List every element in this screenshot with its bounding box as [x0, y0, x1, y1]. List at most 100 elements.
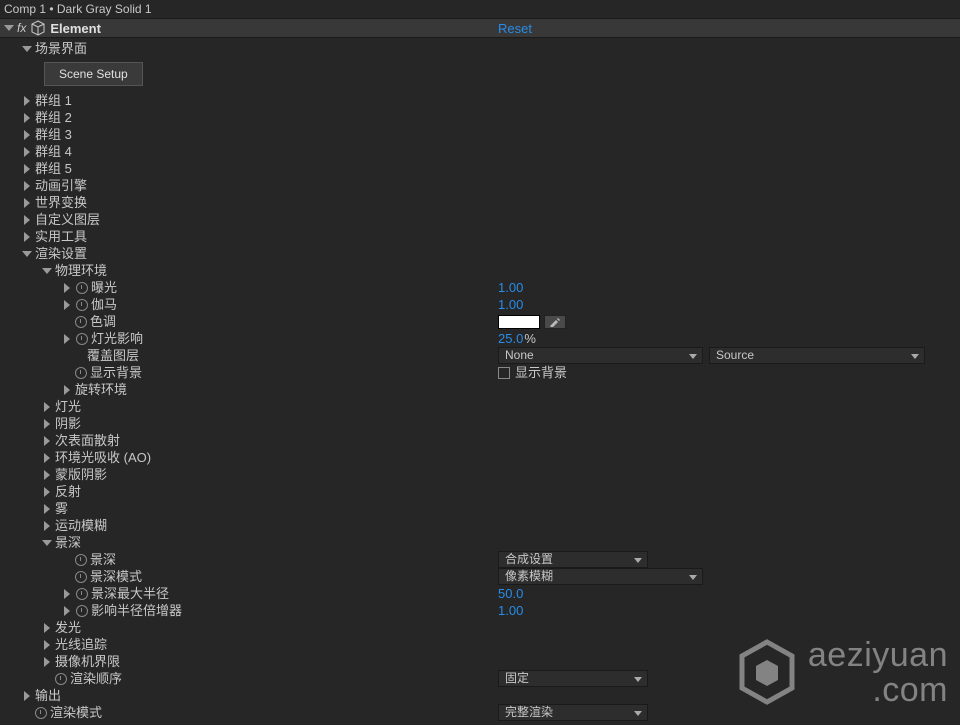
tint-value[interactable]: [498, 315, 566, 329]
physical-environment-group[interactable]: 物理环境: [0, 262, 960, 279]
effect-twisty[interactable]: [4, 23, 14, 33]
eyedropper-icon[interactable]: [544, 315, 566, 329]
stopwatch-icon[interactable]: [74, 366, 87, 379]
chevron-right-icon[interactable]: [62, 334, 72, 344]
chevron-right-icon[interactable]: [62, 589, 72, 599]
group-3[interactable]: 群组 3: [0, 126, 960, 143]
chevron-right-icon[interactable]: [22, 96, 32, 106]
chevron-down-icon[interactable]: [42, 266, 52, 276]
chevron-right-icon[interactable]: [42, 470, 52, 480]
scene-setup-button[interactable]: Scene Setup: [44, 62, 143, 86]
group-2[interactable]: 群组 2: [0, 109, 960, 126]
subsurface-group[interactable]: 次表面散射: [0, 432, 960, 449]
matte-shadow-group[interactable]: 蒙版阴影: [0, 466, 960, 483]
chevron-right-icon[interactable]: [22, 130, 32, 140]
animation-engine-group[interactable]: 动画引擎: [0, 177, 960, 194]
stopwatch-icon[interactable]: [75, 332, 88, 345]
scene-interface-group[interactable]: 场景界面: [0, 40, 960, 57]
chevron-down-icon[interactable]: [22, 249, 32, 259]
stopwatch-icon[interactable]: [74, 553, 87, 566]
world-transform-group[interactable]: 世界变换: [0, 194, 960, 211]
group-1[interactable]: 群组 1: [0, 92, 960, 109]
override-layer-dropdown[interactable]: None: [498, 347, 703, 364]
color-swatch[interactable]: [498, 315, 540, 329]
chevron-right-icon[interactable]: [22, 181, 32, 191]
value-number[interactable]: 25.0: [498, 330, 523, 347]
stopwatch-icon[interactable]: [75, 604, 88, 617]
chevron-right-icon[interactable]: [42, 419, 52, 429]
dof-blur-mode-prop[interactable]: 景深模式 像素模糊: [0, 568, 960, 585]
chevron-right-icon[interactable]: [62, 606, 72, 616]
render-order-dropdown[interactable]: 固定: [498, 670, 648, 687]
chevron-right-icon[interactable]: [62, 385, 72, 395]
render-mode-prop[interactable]: 渲染模式 完整渲染: [0, 704, 960, 721]
chevron-right-icon[interactable]: [22, 215, 32, 225]
gamma-value[interactable]: 1.00: [498, 296, 523, 313]
camera-limits-group[interactable]: 摄像机界限: [0, 653, 960, 670]
chevron-right-icon[interactable]: [22, 198, 32, 208]
chevron-right-icon[interactable]: [42, 640, 52, 650]
chevron-right-icon[interactable]: [62, 283, 72, 293]
chevron-right-icon[interactable]: [22, 113, 32, 123]
stopwatch-icon[interactable]: [75, 587, 88, 600]
tint-prop[interactable]: 色调: [0, 313, 960, 330]
custom-layers-group[interactable]: 自定义图层: [0, 211, 960, 228]
chevron-right-icon[interactable]: [42, 402, 52, 412]
exposure-value[interactable]: 1.00: [498, 279, 523, 296]
dof-max-radius-prop[interactable]: 景深最大半径 50.0: [0, 585, 960, 602]
override-layer-prop[interactable]: 覆盖图层 None Source: [0, 347, 960, 364]
dof-radius-mult-value[interactable]: 1.00: [498, 602, 523, 619]
glow-group[interactable]: 发光: [0, 619, 960, 636]
chevron-right-icon[interactable]: [42, 504, 52, 514]
chevron-right-icon[interactable]: [22, 147, 32, 157]
dof-radius-mult-prop[interactable]: 影响半径倍增器 1.00: [0, 602, 960, 619]
effect-header[interactable]: fx Element Reset: [0, 18, 960, 38]
chevron-right-icon[interactable]: [42, 487, 52, 497]
dof-mode-prop[interactable]: 景深 合成设置: [0, 551, 960, 568]
render-mode-dropdown[interactable]: 完整渲染: [498, 704, 648, 721]
stopwatch-icon[interactable]: [75, 298, 88, 311]
dof-max-radius-value[interactable]: 50.0: [498, 585, 523, 602]
stopwatch-icon[interactable]: [75, 281, 88, 294]
utilities-group[interactable]: 实用工具: [0, 228, 960, 245]
dof-pixel-dropdown[interactable]: 像素模糊: [498, 568, 703, 585]
stopwatch-icon[interactable]: [54, 672, 67, 685]
show-bg-prop[interactable]: 显示背景 显示背景: [0, 364, 960, 381]
light-influence-prop[interactable]: 灯光影响 25.0%: [0, 330, 960, 347]
exposure-prop[interactable]: 曝光 1.00: [0, 279, 960, 296]
group-5[interactable]: 群组 5: [0, 160, 960, 177]
chevron-right-icon[interactable]: [22, 691, 32, 701]
chevron-right-icon[interactable]: [42, 453, 52, 463]
render-order-prop[interactable]: 渲染顺序 固定: [0, 670, 960, 687]
motion-blur-group[interactable]: 运动模糊: [0, 517, 960, 534]
chevron-right-icon[interactable]: [22, 232, 32, 242]
rotate-env-group[interactable]: 旋转环境: [0, 381, 960, 398]
chevron-down-icon[interactable]: [22, 44, 32, 54]
light-influence-value[interactable]: 25.0%: [498, 330, 536, 347]
reset-link[interactable]: Reset: [498, 21, 532, 36]
stopwatch-icon[interactable]: [74, 315, 87, 328]
ao-group[interactable]: 环境光吸收 (AO): [0, 449, 960, 466]
chevron-down-icon[interactable]: [42, 538, 52, 548]
shadows-group[interactable]: 阴影: [0, 415, 960, 432]
chevron-right-icon[interactable]: [22, 164, 32, 174]
stopwatch-icon[interactable]: [34, 706, 47, 719]
chevron-right-icon[interactable]: [42, 623, 52, 633]
lighting-group[interactable]: 灯光: [0, 398, 960, 415]
override-source-dropdown[interactable]: Source: [709, 347, 925, 364]
reflection-group[interactable]: 反射: [0, 483, 960, 500]
chevron-right-icon[interactable]: [42, 657, 52, 667]
fog-group[interactable]: 雾: [0, 500, 960, 517]
chevron-right-icon[interactable]: [62, 300, 72, 310]
show-bg-value[interactable]: 显示背景: [498, 364, 567, 381]
show-bg-checkbox[interactable]: [498, 367, 510, 379]
dof-comp-dropdown[interactable]: 合成设置: [498, 551, 648, 568]
render-settings-group[interactable]: 渲染设置: [0, 245, 960, 262]
group-4[interactable]: 群组 4: [0, 143, 960, 160]
chevron-right-icon[interactable]: [42, 521, 52, 531]
stopwatch-icon[interactable]: [74, 570, 87, 583]
chevron-right-icon[interactable]: [42, 436, 52, 446]
output-group[interactable]: 输出: [0, 687, 960, 704]
raytrace-group[interactable]: 光线追踪: [0, 636, 960, 653]
gamma-prop[interactable]: 伽马 1.00: [0, 296, 960, 313]
